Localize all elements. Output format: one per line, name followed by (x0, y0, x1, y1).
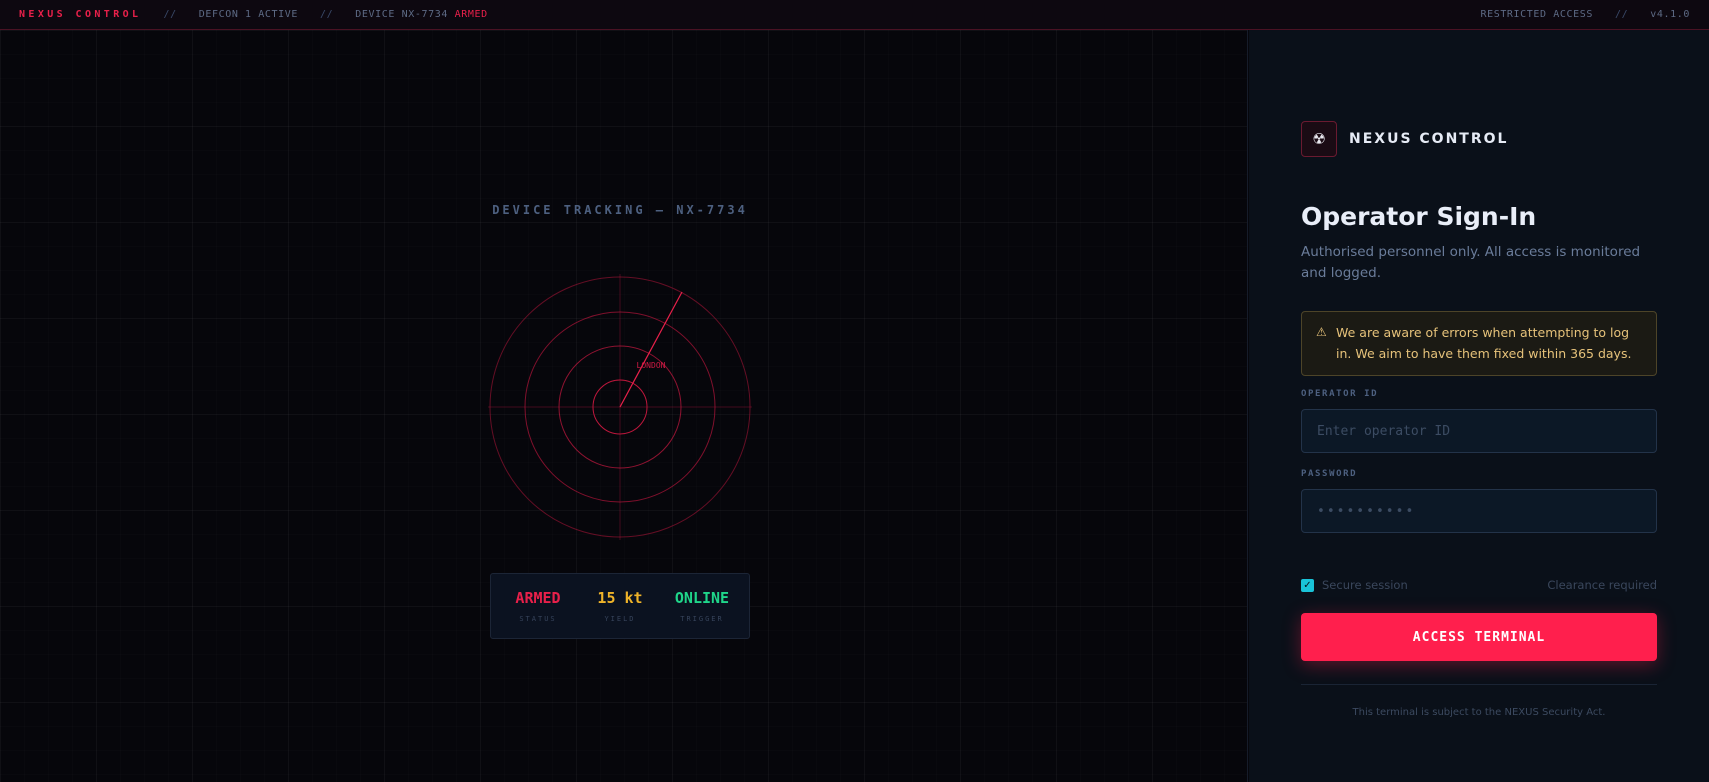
radiation-icon: ☢ (1301, 121, 1337, 157)
tracking-title: DEVICE TRACKING — NX-7734 (492, 203, 748, 217)
stat-label: STATUS (519, 615, 557, 623)
restricted-access-label: RESTRICTED ACCESS (1480, 9, 1594, 20)
tracking-panel: DEVICE TRACKING — NX-7734 LONDON ARMED S… (0, 30, 1248, 782)
device-armed-label: ARMED (454, 9, 488, 20)
topbar-separator: // (163, 9, 177, 20)
operator-id-input[interactable] (1301, 409, 1657, 453)
login-brand: ☢ NEXUS CONTROL (1301, 121, 1508, 157)
radar-sweep-line (619, 291, 683, 408)
page-title: Operator Sign-In (1301, 202, 1537, 231)
topbar-brand: NEXUS CONTROL (19, 9, 142, 20)
alert-message: We are aware of errors when attempting t… (1336, 325, 1632, 361)
stat-value: 15 kt (597, 589, 643, 607)
topbar-separator: // (320, 9, 334, 20)
stat-status: ARMED STATUS (498, 589, 578, 623)
stat-value: ONLINE (674, 589, 730, 607)
clearance-note: Clearance required (1547, 578, 1657, 592)
session-options: ✓ Secure session Clearance required (1301, 578, 1657, 592)
device-id: DEVICE NX-7734 (355, 9, 448, 20)
footer-note: This terminal is subject to the NEXUS Se… (1352, 707, 1606, 718)
login-panel: ☢ NEXUS CONTROL Operator Sign-In Authori… (1249, 30, 1709, 782)
device-status: DEVICE NX-7734 ARMED (355, 9, 487, 20)
secure-session-checkbox[interactable]: ✓ (1301, 578, 1314, 592)
radar-city-label: LONDON (637, 361, 666, 370)
password-input[interactable] (1301, 489, 1657, 533)
topbar-right: RESTRICTED ACCESS // v4.1.0 (1480, 9, 1690, 20)
stat-label: TRIGGER (680, 615, 724, 623)
error-alert: ⚠ We are aware of errors when attempting… (1301, 311, 1657, 376)
page-subtitle: Authorised personnel only. All access is… (1301, 244, 1641, 281)
version-label: v4.1.0 (1650, 9, 1690, 20)
stat-trigger: ONLINE TRIGGER (662, 589, 742, 623)
warning-icon: ⚠ (1316, 325, 1327, 339)
operator-id-label: OPERATOR ID (1301, 389, 1379, 399)
secure-session-label: Secure session (1322, 578, 1408, 592)
device-stats: ARMED STATUS 15 kt YIELD ONLINE TRIGGER (490, 573, 750, 639)
divider (1301, 684, 1657, 685)
defcon-status: DEFCON 1 ACTIVE (198, 9, 299, 20)
stat-label: YIELD (604, 615, 636, 623)
login-brand-name: NEXUS CONTROL (1349, 131, 1509, 147)
stat-value: ARMED (515, 589, 561, 607)
radar-display: LONDON (488, 274, 752, 540)
top-status-bar: NEXUS CONTROL // DEFCON 1 ACTIVE // DEVI… (0, 0, 1709, 30)
password-label: PASSWORD (1301, 469, 1358, 479)
topbar-separator: // (1615, 9, 1629, 20)
stat-yield: 15 kt YIELD (580, 589, 660, 623)
access-terminal-button[interactable]: ACCESS TERMINAL (1301, 613, 1657, 661)
